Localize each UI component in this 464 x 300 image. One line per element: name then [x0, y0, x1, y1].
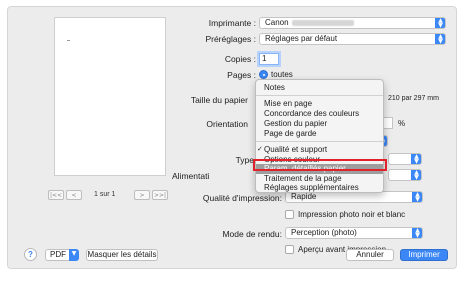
orientation-label: Orientation	[206, 119, 248, 129]
menu-item[interactable]: Gestion du papier	[264, 119, 327, 128]
printer-label: Imprimante :	[208, 18, 256, 28]
menu-item[interactable]: Réglages supplémentaires	[264, 183, 359, 192]
percent-sign: %	[398, 119, 406, 128]
hide-details-button[interactable]: Masquer les détails	[86, 249, 158, 261]
paper-dimensions: 210 par 297 mm	[388, 95, 439, 102]
pages-label: Pages :	[227, 70, 256, 80]
bw-photo-checkbox[interactable]	[285, 210, 294, 219]
bw-photo-label: Impression photo noir et blanc	[298, 210, 406, 219]
printer-value: Canon	[265, 18, 289, 27]
last-page-button[interactable]: >>|	[152, 190, 168, 200]
quality-value: Rapide	[291, 192, 317, 201]
chevron-updown-icon: ▲▼	[412, 228, 422, 238]
presets-value: Réglages par défaut	[265, 34, 338, 43]
chevron-updown-icon: ▲▼	[411, 170, 421, 180]
pdf-label: PDF	[50, 250, 66, 259]
type-label: Type	[235, 155, 254, 165]
preview-mark	[67, 40, 70, 41]
preview-page	[54, 17, 166, 176]
pages-all-label: toutes	[271, 70, 293, 79]
section-menu: Notes Mise en page Concordance des coule…	[255, 79, 384, 193]
print-button[interactable]: Imprimer	[400, 249, 448, 261]
print-dialog: |<< < 1 sur 1 > >>| Imprimante : Canon ▲…	[7, 6, 457, 269]
prev-page-button[interactable]: <	[66, 190, 82, 200]
preview-checkbox[interactable]	[285, 245, 294, 254]
menu-item[interactable]: Notes	[264, 83, 285, 92]
copies-label: Copies :	[224, 54, 256, 64]
help-button[interactable]: ?	[24, 248, 37, 261]
pdf-button[interactable]: PDF ▼	[45, 249, 79, 261]
menu-item[interactable]: Qualité et support	[264, 145, 327, 154]
annotation-highlight	[253, 159, 387, 171]
chevron-updown-icon: ▲▼	[411, 154, 421, 164]
render-mode-label: Mode de rendu:	[222, 229, 282, 239]
presets-popup[interactable]: Réglages par défaut ▲ ▼	[259, 33, 446, 45]
page-indicator: 1 sur 1	[94, 191, 116, 198]
chevron-updown-icon: ▲▼	[435, 34, 445, 44]
pages-all-radio[interactable]	[259, 70, 268, 79]
type-popup[interactable]: ▲ ▼	[388, 153, 422, 165]
quality-label: Qualité d'impression:	[202, 193, 282, 203]
render-mode-popup[interactable]: Perception (photo) ▲ ▼	[285, 227, 423, 239]
first-page-button[interactable]: |<<	[48, 190, 64, 200]
copies-input[interactable]: 1	[259, 53, 279, 65]
cancel-button[interactable]: Annuler	[346, 249, 394, 261]
next-page-button[interactable]: >	[134, 190, 150, 200]
menu-item[interactable]: Concordance des couleurs	[264, 109, 359, 118]
paper-size-label: Taille du papier	[190, 95, 248, 105]
feed-popup[interactable]: ▲ ▼	[388, 169, 422, 181]
chevron-down-icon: ▼	[69, 249, 79, 261]
menu-item[interactable]: Mise en page	[264, 99, 312, 108]
printer-model-redacted	[291, 19, 354, 26]
menu-separator	[256, 95, 383, 96]
chevron-updown-icon: ▲▼	[412, 192, 422, 202]
menu-item[interactable]: Traitement de la page	[264, 174, 342, 183]
checkmark-icon: ✓	[257, 145, 263, 153]
feed-label: Alimentati	[172, 171, 210, 181]
render-mode-value: Perception (photo)	[291, 228, 357, 237]
menu-separator	[256, 141, 383, 142]
printer-popup[interactable]: Canon ▲ ▼	[259, 17, 446, 29]
presets-label: Préréglages :	[205, 34, 256, 44]
chevron-updown-icon: ▲▼	[435, 18, 445, 28]
menu-item[interactable]: Page de garde	[264, 129, 317, 138]
